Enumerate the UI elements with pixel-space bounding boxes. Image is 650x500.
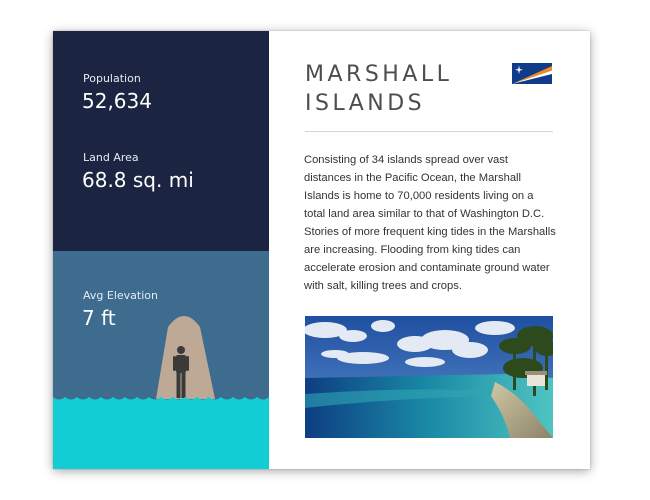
land-area-label: Land Area [83, 151, 139, 164]
population-value: 52,634 [82, 89, 152, 113]
land-area-value: 68.8 sq. mi [82, 168, 194, 192]
person-on-mound-icon [53, 316, 269, 469]
stats-panel: Population 52,634 Land Area 68.8 sq. mi [53, 31, 269, 469]
water-waves-icon [53, 397, 269, 469]
marshall-islands-flag-icon [512, 63, 552, 84]
stats-section: Population 52,634 Land Area 68.8 sq. mi [53, 31, 269, 251]
description-text: Consisting of 34 islands spread over vas… [304, 154, 556, 292]
elevation-label: Avg Elevation [83, 289, 158, 302]
population-label: Population [83, 72, 141, 85]
beach-photo [305, 316, 553, 438]
elevation-section: Avg Elevation 7 ft [53, 251, 269, 469]
info-panel: MARSHALL ISLANDS Consisting of 34 island… [269, 31, 590, 469]
page-title-line-2: ISLANDS [305, 91, 426, 116]
page-title-line-1: MARSHALL [305, 62, 453, 87]
country-card: Population 52,634 Land Area 68.8 sq. mi [53, 31, 590, 469]
elevation-value: 7 ft [82, 306, 116, 330]
title-divider [305, 131, 553, 132]
